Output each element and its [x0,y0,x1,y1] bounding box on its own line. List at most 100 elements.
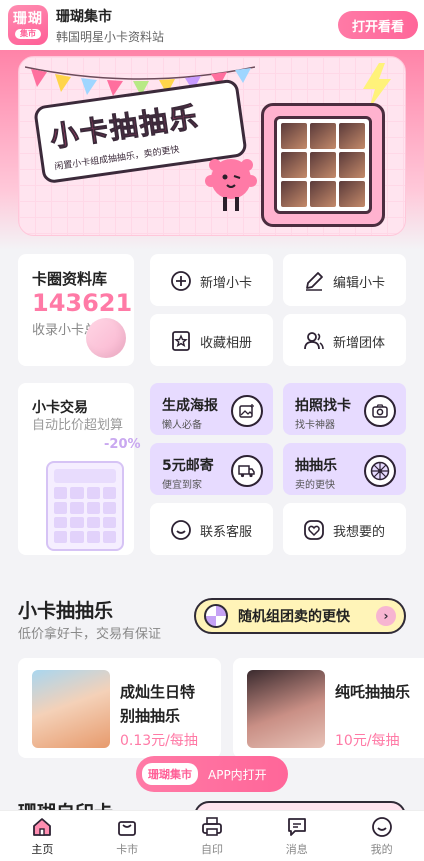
photo-search-tile[interactable]: 拍照找卡 找卡神器 [283,383,406,435]
product-photo [247,670,325,748]
heart-icon [304,520,324,540]
random-group-label: 随机组团卖的更快 [238,609,350,625]
calculator-icon [46,461,124,551]
wheel-icon [364,455,396,487]
chat-icon [171,520,191,540]
bag-icon [118,820,137,836]
generate-poster-tile[interactable]: 生成海报 懒人必备 [150,383,273,435]
product-name-line: 纯吒抽抽乐 [335,683,411,701]
group-icon [304,332,324,350]
app-name: 珊瑚集市 [56,8,112,25]
tile-subtitle: 便宜到家 [162,480,202,491]
tile-subtitle: 找卡神器 [295,420,335,431]
printer-icon [202,816,222,836]
product-name-line: 成灿生日特 [120,683,196,701]
product-card[interactable]: 纯吒抽抽乐 10元/每抽 [233,658,424,758]
tile-title: 5元邮寄 [162,458,214,474]
cheap-shipping-tile[interactable]: 5元邮寄 便宜到家 [150,443,273,495]
mini-card [281,152,307,178]
tile-title: 拍照找卡 [295,398,351,414]
mini-card [310,152,336,178]
nav-item-market[interactable]: 卡市 [85,811,170,861]
planet-icon [86,318,126,358]
stats-count: 143621 [32,289,133,317]
card-database-stats[interactable]: 卡圈资料库 143621 收录小卡总数 [18,254,134,366]
promo-banner[interactable]: 小卡抽抽乐 闲置小卡组成抽抽乐，卖的更快 [18,56,406,236]
open-app-button[interactable]: 打开看看 [338,11,418,39]
mascot-icon [205,159,257,211]
add-card-button[interactable]: 新增小卡 [150,254,273,306]
mini-card [310,123,336,149]
product-card[interactable]: 成灿生日特 别抽抽乐 0.13元/每抽 [18,658,221,758]
nav-label: 卡市 [116,842,139,856]
bottom-nav: 主页 卡市 自印 消息 我的 [0,810,424,861]
mini-card [310,181,336,207]
app-logo: 珊瑚 集市 [8,5,48,45]
wishlist-label: 我想要的 [333,525,386,540]
nav-label: 消息 [285,842,308,856]
tile-title: 生成海报 [162,398,218,414]
add-group-button[interactable]: 新增团体 [283,314,406,366]
random-group-button[interactable]: 随机组团卖的更快 › [194,598,406,634]
trade-desc: 自动比价超划算 [32,418,124,433]
mini-card [339,123,365,149]
stats-label: 卡圈资料库 [32,270,108,288]
pen-icon [306,272,323,291]
truck-icon [231,455,263,487]
lucky-draw-tile[interactable]: 抽抽乐 卖的更快 [283,443,406,495]
tile-title: 抽抽乐 [295,458,337,474]
add-card-label: 新增小卡 [200,276,253,291]
nav-item-messages[interactable]: 消息 [254,811,339,861]
section-subtitle: 低价拿好卡，交易有保证 [18,627,162,642]
tile-subtitle: 懒人必备 [162,420,202,431]
add-group-label: 新增团体 [333,336,386,351]
contact-support-button[interactable]: 联系客服 [150,503,273,555]
product-name: 纯吒抽抽乐 [335,680,410,704]
card-trade-card[interactable]: 小卡交易 自动比价超划算 -20% [18,383,141,555]
logo-subtext: 集市 [15,29,41,39]
smile-icon [371,816,392,837]
app-subtitle: 韩国明星小卡资料站 [56,29,165,44]
nav-item-print[interactable]: 自印 [170,811,255,861]
favorite-album-button[interactable]: 收藏相册 [150,314,273,366]
wheel-icon [204,604,228,628]
star-album-icon [172,331,190,351]
chevron-right-icon: › [376,606,396,626]
message-icon [287,817,306,836]
image-plus-icon [231,395,263,427]
mini-card [339,152,365,178]
calculator-keys [54,487,116,543]
brand-block: 珊瑚集市 韩国明星小卡资料站 [56,6,164,45]
nav-label: 我的 [370,842,393,856]
favorite-album-label: 收藏相册 [200,336,253,351]
tile-subtitle: 卖的更快 [295,480,335,491]
nav-item-profile[interactable]: 我的 [339,811,424,861]
plus-circle-icon [171,271,191,291]
calculator-screen [54,469,116,483]
app-tag: 珊瑚集市 [142,763,198,785]
product-price: 0.13元/每抽 [120,733,198,749]
logo-text: 珊瑚 [13,11,43,27]
edit-card-label: 编辑小卡 [333,276,386,291]
wishlist-button[interactable]: 我想要的 [283,503,406,555]
app-header: 珊瑚 集市 珊瑚集市 韩国明星小卡资料站 打开看看 [0,0,424,50]
mini-card [281,123,307,149]
edit-card-button[interactable]: 编辑小卡 [283,254,406,306]
mini-card [281,181,307,207]
camera-icon [364,395,396,427]
open-in-app-label: APP内打开 [208,767,267,782]
card-machine-window [274,116,372,214]
nav-label: 自印 [200,842,223,856]
contact-support-label: 联系客服 [200,525,253,540]
product-name: 成灿生日特 别抽抽乐 [120,680,195,728]
trade-title: 小卡交易 [32,400,88,416]
card-machine-illustration [261,103,385,227]
nav-item-home[interactable]: 主页 [0,811,85,861]
section-title: 小卡抽抽乐 [18,600,114,622]
home-icon [33,817,52,836]
nav-label: 主页 [31,842,54,856]
product-name-line: 别抽抽乐 [120,707,181,725]
discount-badge: -20% [104,437,141,452]
open-in-app-pill[interactable]: 珊瑚集市 APP内打开 [136,756,288,792]
product-price: 10元/每抽 [335,733,400,749]
